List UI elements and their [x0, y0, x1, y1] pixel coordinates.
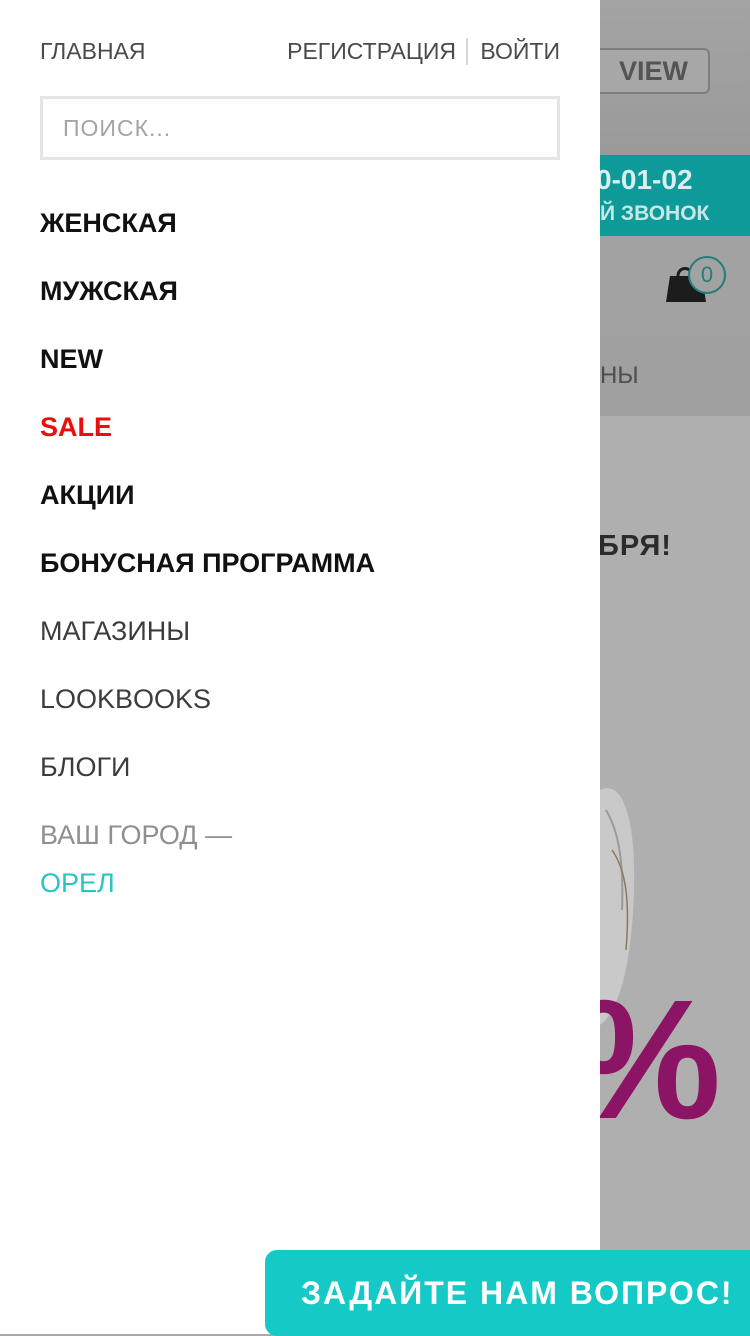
search-input[interactable]: [40, 96, 560, 160]
menu-item-promotions[interactable]: АКЦИИ: [40, 470, 375, 538]
city-selector[interactable]: ОРЕЛ: [40, 868, 115, 899]
menu-item-label[interactable]: SALE: [40, 412, 112, 442]
cart-count-badge: 0: [688, 256, 726, 294]
promo-percent: %: [600, 975, 721, 1145]
menu-item-stores[interactable]: МАГАЗИНЫ: [40, 606, 375, 674]
callback-link: Й ЗВОНОК: [600, 202, 710, 225]
bg-menu-fragment: НЫ: [600, 362, 639, 389]
menu-item-men[interactable]: МУЖСКАЯ: [40, 266, 375, 334]
menu-item-blogs[interactable]: БЛОГИ: [40, 742, 375, 810]
side-drawer: ГЛАВНАЯ РЕГИСТРАЦИЯ ВОЙТИ ЖЕНСКАЯ МУЖСКА…: [0, 0, 600, 1334]
menu-item-label[interactable]: ЖЕНСКАЯ: [40, 208, 177, 238]
menu-item-label[interactable]: МУЖСКАЯ: [40, 276, 178, 306]
city-label: ВАШ ГОРОД —: [40, 820, 233, 850]
menu-item-women[interactable]: ЖЕНСКАЯ: [40, 198, 375, 266]
background-page: VIEW 0-01-02 Й ЗВОНОК 0 НЫ БРЯ! %: [600, 0, 750, 1334]
menu-item-label[interactable]: МАГАЗИНЫ: [40, 616, 190, 646]
ask-question-button[interactable]: ЗАДАЙТЕ НАМ ВОПРОС!: [265, 1250, 750, 1336]
promo-title: БРЯ!: [600, 530, 672, 562]
menu-item-label[interactable]: БОНУСНАЯ ПРОГРАММА: [40, 548, 375, 578]
menu-item-new[interactable]: NEW: [40, 334, 375, 402]
menu-item-label[interactable]: LOOKBOOKS: [40, 684, 211, 714]
menu-item-label[interactable]: БЛОГИ: [40, 752, 130, 782]
menu-item-label[interactable]: АКЦИИ: [40, 480, 135, 510]
menu-item-sale[interactable]: SALE: [40, 402, 375, 470]
menu-item-bonus-program[interactable]: БОНУСНАЯ ПРОГРАММА: [40, 538, 375, 606]
login-link[interactable]: ВОЙТИ: [480, 38, 560, 65]
home-link[interactable]: ГЛАВНАЯ: [40, 38, 146, 65]
divider: [466, 38, 468, 65]
register-link[interactable]: РЕГИСТРАЦИЯ: [287, 38, 456, 65]
menu-item-label[interactable]: NEW: [40, 344, 103, 374]
view-button: VIEW: [600, 48, 710, 94]
main-menu: ЖЕНСКАЯ МУЖСКАЯ NEW SALE АКЦИИ БОНУСНАЯ …: [40, 198, 375, 810]
phone-number: 0-01-02: [600, 164, 693, 195]
menu-item-lookbooks[interactable]: LOOKBOOKS: [40, 674, 375, 742]
